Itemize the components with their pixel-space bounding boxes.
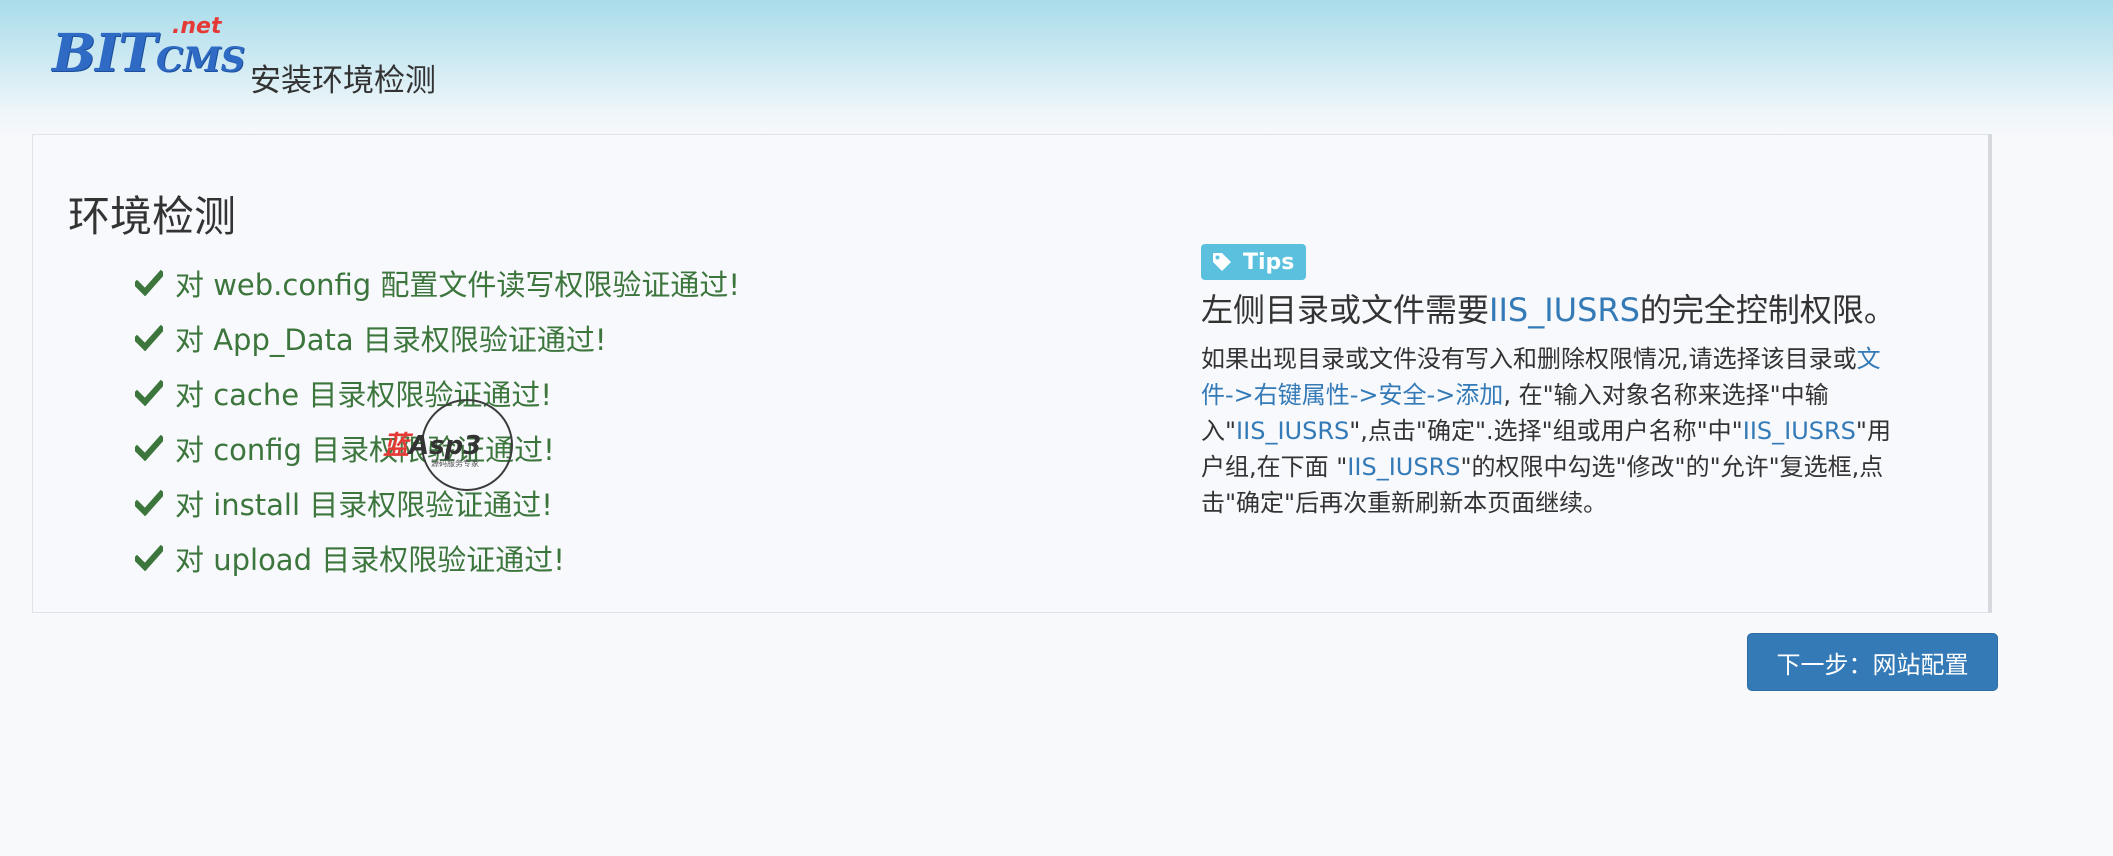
tips-line-5: 击"确定"后再次重新刷新本页面继续。 [1201, 489, 1608, 517]
page-title: 安装环境检测 [250, 63, 436, 99]
tips-line-3: 入"IIS_IUSRS",点击"确定".选择"组或用户名称"中"IIS_IUSR… [1201, 417, 1891, 445]
check-item-label: 对 web.config 配置文件读写权限验证通过! [175, 267, 740, 302]
tips-badge-label: Tips [1243, 249, 1295, 275]
check-icon [135, 269, 163, 296]
menu-path-link: 文 [1856, 345, 1881, 373]
tips-heading: 左侧目录或文件需要IIS_IUSRS的完全控制权限。 [1201, 291, 1896, 329]
logo-wordmark: BITCMS [52, 24, 245, 90]
check-item-web-config: 对 web.config 配置文件读写权限验证通过! [135, 255, 740, 310]
check-item-label: 对 upload 目录权限验证通过! [175, 542, 565, 577]
tips-line-2: 件->右键属性->安全->添加, 在"输入对象名称来选择"中输 [1201, 381, 1829, 409]
iis-iusrs-highlight: IIS_IUSRS [1742, 417, 1856, 445]
tips-line-1: 如果出现目录或文件没有写入和删除权限情况,请选择该目录或文 [1201, 345, 1881, 373]
watermark-logo: 蓝Asp3 源码服务专家 [383, 399, 523, 495]
check-icon [135, 434, 163, 461]
iis-iusrs-highlight: IIS_IUSRS [1347, 453, 1461, 481]
check-icon [135, 324, 163, 351]
tips-line-4: 户组,在下面 "IIS_IUSRS"的权限中勾选"修改"的"允许"复选框,点 [1201, 453, 1884, 481]
check-icon [135, 489, 163, 516]
watermark-subtext: 源码服务专家 [431, 459, 479, 468]
check-icon [135, 379, 163, 406]
iis-iusrs-highlight: IIS_IUSRS [1236, 417, 1350, 445]
tips-badge: Tips [1201, 244, 1307, 280]
check-item-label: 对 App_Data 目录权限验证通过! [175, 322, 607, 357]
check-icon [135, 544, 163, 571]
check-item-app-data: 对 App_Data 目录权限验证通过! [135, 310, 740, 365]
tag-icon [1213, 253, 1231, 271]
logo-text-big: BIT [52, 23, 157, 84]
next-step-button[interactable]: 下一步：网站配置 [1747, 633, 1998, 691]
menu-path-link: 件->右键属性->安全->添加 [1201, 381, 1504, 409]
logo-text-small: CMS [155, 40, 246, 80]
tips-body: 如果出现目录或文件没有写入和删除权限情况,请选择该目录或文 件->右键属性->安… [1201, 341, 1961, 521]
watermark-text: 蓝Asp3 [383, 431, 482, 461]
iis-iusrs-highlight: IIS_IUSRS [1489, 291, 1640, 329]
header-bar: .net BITCMS 安装环境检测 [0, 0, 2113, 140]
check-item-upload: 对 upload 目录权限验证通过! [135, 530, 740, 585]
environment-check-panel: 环境检测 对 web.config 配置文件读写权限验证通过! 对 App_Da… [32, 134, 1992, 613]
bitcms-logo[interactable]: .net BITCMS [52, 14, 245, 94]
section-title: 环境检测 [68, 192, 237, 241]
